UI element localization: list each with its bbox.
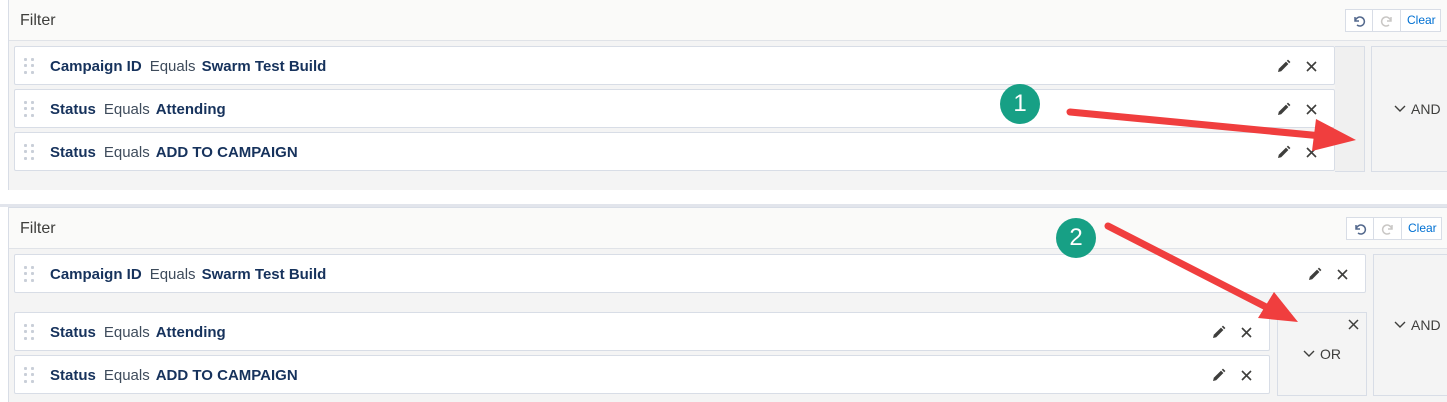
filter-value: Attending: [155, 324, 226, 341]
pencil-icon[interactable]: [1210, 324, 1227, 341]
filter-panel-before: Filter Clear Campaign ID Equals Swarm Test…: [8, 0, 1447, 190]
undo-icon: [1355, 223, 1367, 235]
filter-field: Status: [50, 101, 96, 118]
logic-label: OR: [1320, 346, 1341, 362]
pencil-icon[interactable]: [1275, 144, 1292, 161]
chevron-down-icon: [1303, 350, 1315, 357]
close-icon[interactable]: [1238, 324, 1255, 341]
header-toolbar: Clear: [1345, 9, 1441, 32]
filter-value: Swarm Test Build: [201, 58, 327, 75]
filter-header: Filter Clear: [9, 208, 1447, 249]
close-icon[interactable]: [1303, 144, 1320, 161]
filter-operator: Equals: [149, 58, 196, 75]
clear-button[interactable]: Clear: [1402, 217, 1442, 240]
close-icon[interactable]: [1334, 266, 1351, 283]
drag-handle-icon[interactable]: [24, 367, 35, 383]
filter-field: Campaign ID: [50, 58, 142, 75]
step-badge-1: 1: [1000, 84, 1040, 124]
pencil-icon[interactable]: [1210, 367, 1227, 384]
drag-handle-icon[interactable]: [24, 324, 35, 340]
logic-label: AND: [1411, 317, 1441, 333]
filter-row[interactable]: Status Equals Attending: [14, 89, 1335, 128]
close-icon[interactable]: [1303, 58, 1320, 75]
filter-value: Swarm Test Build: [201, 266, 327, 283]
logic-gutter[interactable]: [1335, 46, 1365, 172]
filter-row[interactable]: Status Equals Attending: [14, 312, 1270, 351]
filter-field: Status: [50, 324, 96, 341]
filter-row[interactable]: Status Equals ADD TO CAMPAIGN: [14, 132, 1335, 171]
redo-icon: [1380, 15, 1392, 27]
redo-icon: [1381, 223, 1393, 235]
drag-handle-icon[interactable]: [24, 266, 35, 282]
filter-operator: Equals: [149, 266, 196, 283]
filter-operator: Equals: [103, 144, 150, 161]
redo-button[interactable]: [1373, 9, 1401, 32]
filter-field: Status: [50, 367, 96, 384]
pencil-icon[interactable]: [1275, 101, 1292, 118]
filter-value: ADD TO CAMPAIGN: [155, 144, 298, 161]
redo-button[interactable]: [1374, 217, 1402, 240]
and-logic-toggle[interactable]: AND: [1373, 254, 1447, 396]
drag-handle-icon[interactable]: [24, 144, 35, 160]
undo-button[interactable]: [1346, 217, 1374, 240]
and-logic-toggle[interactable]: AND: [1371, 46, 1447, 172]
close-icon[interactable]: [1238, 367, 1255, 384]
or-group-logic-toggle[interactable]: OR: [1277, 312, 1367, 396]
filter-field: Status: [50, 144, 96, 161]
undo-button[interactable]: [1345, 9, 1373, 32]
filter-operator: Equals: [103, 101, 150, 118]
undo-icon: [1354, 15, 1366, 27]
filter-header: Filter Clear: [9, 0, 1447, 41]
drag-handle-icon[interactable]: [24, 101, 35, 117]
filter-field: Campaign ID: [50, 266, 142, 283]
filter-value: Attending: [155, 101, 226, 118]
close-icon[interactable]: [1303, 101, 1320, 118]
chevron-down-icon: [1394, 321, 1406, 328]
drag-handle-icon[interactable]: [24, 58, 35, 74]
close-icon[interactable]: [1347, 318, 1360, 331]
panel-title: Filter: [20, 220, 56, 237]
filter-operator: Equals: [103, 367, 150, 384]
chevron-down-icon: [1394, 105, 1406, 112]
filter-row[interactable]: Status Equals ADD TO CAMPAIGN: [14, 355, 1270, 394]
filter-panel-after: Filter Clear Campaign ID Equals Swarm Test…: [8, 207, 1447, 402]
logic-label: AND: [1411, 101, 1441, 117]
header-toolbar: Clear: [1346, 217, 1442, 240]
filter-row[interactable]: Campaign ID Equals Swarm Test Build: [14, 46, 1335, 85]
step-badge-2: 2: [1056, 218, 1096, 258]
pencil-icon[interactable]: [1306, 266, 1323, 283]
filter-value: ADD TO CAMPAIGN: [155, 367, 298, 384]
filter-operator: Equals: [103, 324, 150, 341]
filter-row[interactable]: Campaign ID Equals Swarm Test Build: [14, 254, 1366, 293]
panel-title: Filter: [20, 12, 56, 29]
pencil-icon[interactable]: [1275, 58, 1292, 75]
clear-button[interactable]: Clear: [1401, 9, 1441, 32]
